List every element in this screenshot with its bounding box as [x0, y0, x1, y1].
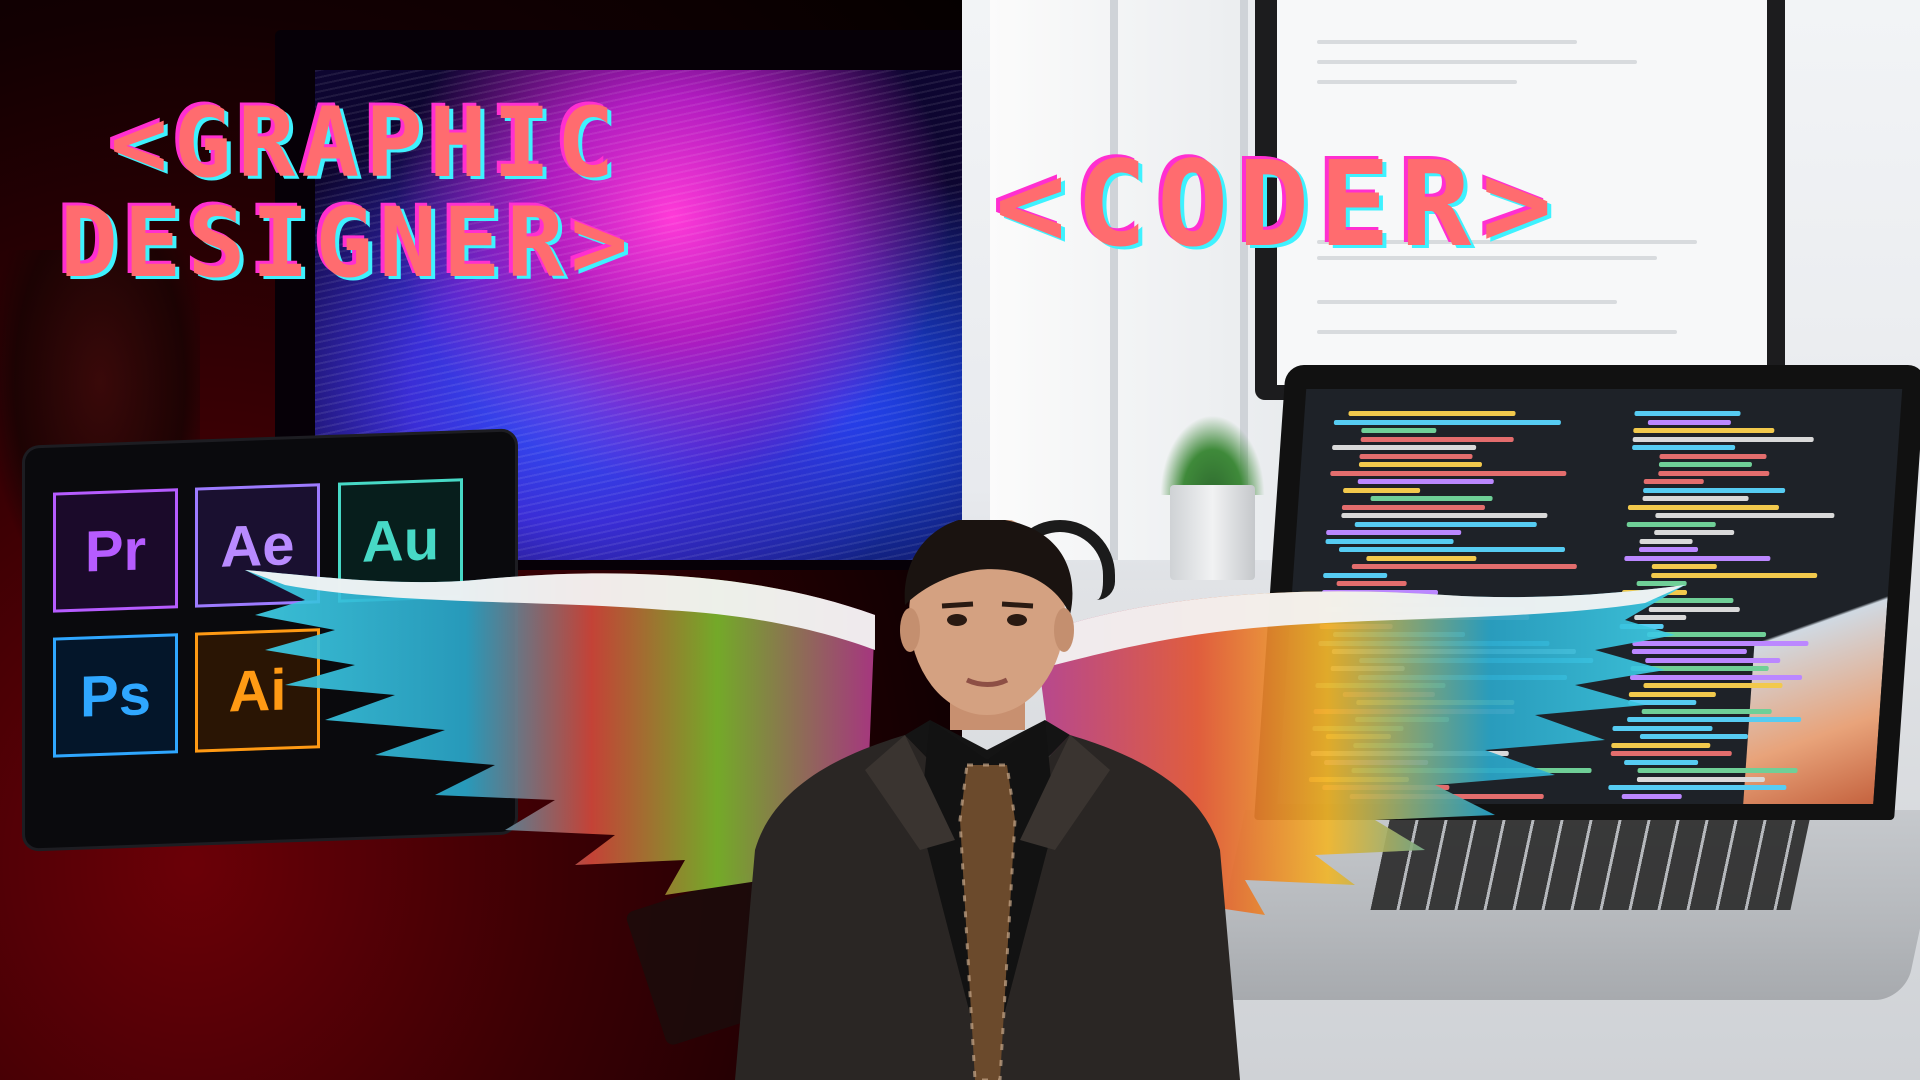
code-line: [1338, 547, 1565, 552]
code-line: [1634, 411, 1742, 416]
code-line: [1354, 521, 1537, 527]
code-line: [1638, 547, 1698, 552]
code-line: [1624, 555, 1771, 561]
premiere-icon: Pr: [53, 488, 178, 613]
photoshop-icon: Ps: [53, 633, 178, 758]
code-line: [1655, 513, 1835, 518]
code-line: [1330, 470, 1567, 476]
code-line: [1659, 453, 1767, 459]
code-line: [1631, 445, 1736, 450]
code-line: [1342, 487, 1421, 493]
text-line: [1317, 80, 1517, 84]
code-line: [1333, 419, 1562, 425]
code-line: [1643, 479, 1705, 484]
headline-coder: <CODER>: [995, 135, 1563, 273]
code-line: [1357, 479, 1495, 484]
text-line: [1317, 300, 1617, 304]
code-line: [1626, 521, 1716, 527]
code-line: [1359, 453, 1474, 459]
code-line: [1647, 419, 1731, 425]
code-line: [1331, 445, 1477, 450]
code-line: [1370, 496, 1493, 501]
code-line: [1358, 462, 1482, 467]
potted-plant: [1160, 415, 1265, 495]
code-line: [1639, 538, 1694, 544]
code-line: [1366, 555, 1477, 561]
headline-graphic: <GRAPHIC: [110, 87, 621, 199]
person-in-suit: [715, 520, 1260, 1080]
code-line: [1326, 530, 1462, 535]
code-line: [1348, 411, 1516, 416]
text-line: [1317, 40, 1577, 44]
code-line: [1627, 504, 1780, 510]
code-line: [1654, 530, 1735, 535]
text-line: [1317, 330, 1677, 334]
code-line: [1642, 496, 1749, 501]
headline-designer: DESIGNER>: [60, 187, 635, 299]
window-frame: [1110, 0, 1118, 560]
code-line: [1325, 538, 1455, 544]
code-line: [1642, 487, 1786, 493]
code-line: [1651, 564, 1718, 569]
code-line: [1361, 428, 1437, 433]
code-line: [1633, 428, 1775, 433]
code-line: [1341, 504, 1486, 510]
text-line: [1317, 60, 1637, 64]
code-line: [1658, 470, 1770, 476]
code-line: [1632, 436, 1814, 442]
code-line: [1351, 564, 1578, 569]
code-line: [1658, 462, 1752, 467]
code-line: [1341, 513, 1548, 518]
code-line: [1360, 436, 1514, 442]
